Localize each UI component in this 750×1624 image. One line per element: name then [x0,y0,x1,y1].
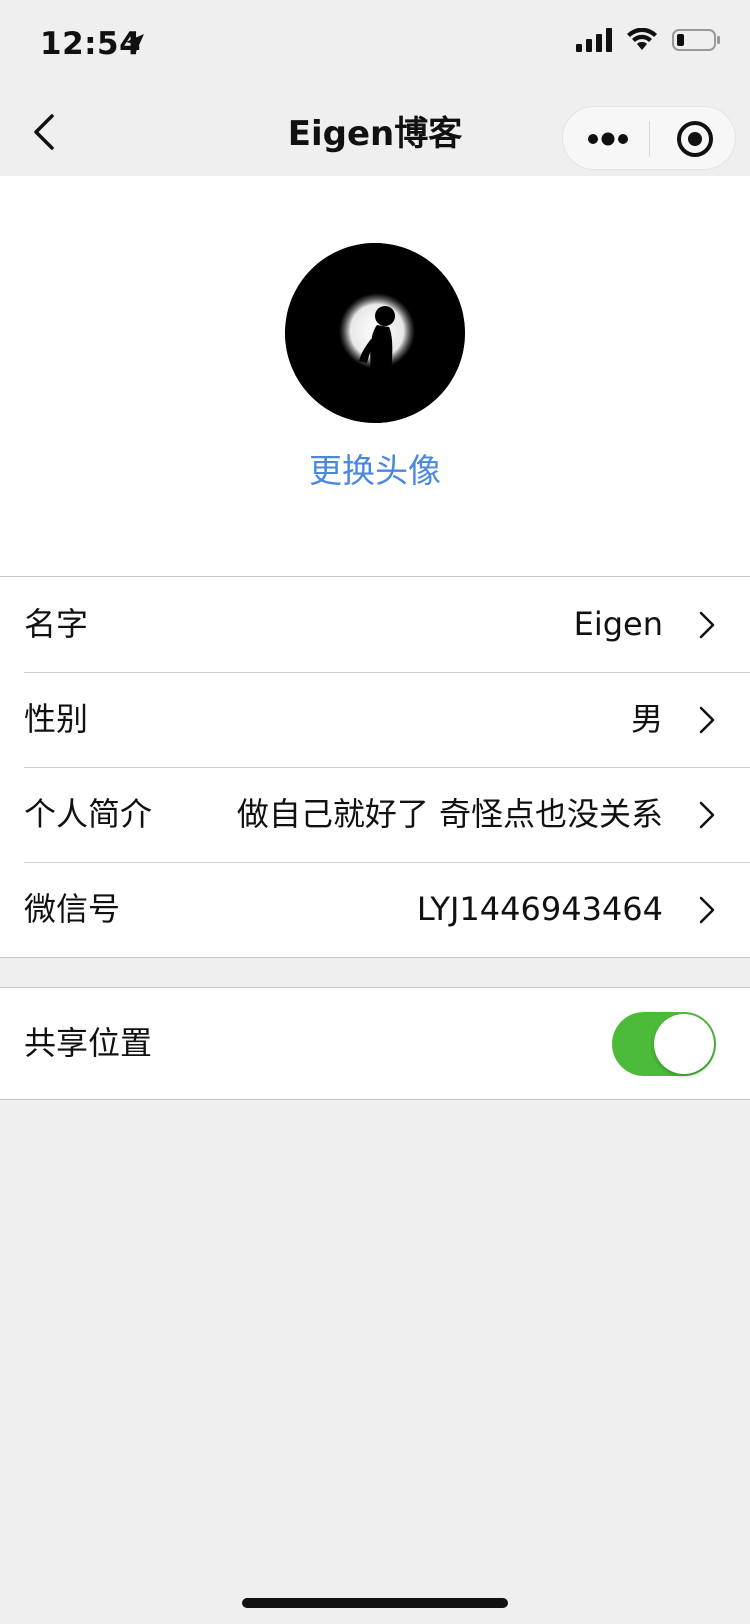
share-location-label: 共享位置 [24,1024,153,1062]
avatar[interactable] [285,243,465,423]
wifi-icon [627,28,657,50]
home-indicator [242,1598,508,1608]
info-list: 名字 Eigen 性别 男 个人简介 做自己就好了 奇怪点也没关系 微信号 LY… [0,576,750,958]
close-button[interactable] [675,119,715,159]
status-bar: 12:54 [0,0,750,88]
toggle-knob [654,1014,714,1074]
share-location-toggle[interactable] [612,1012,716,1076]
more-dots-icon [588,132,628,146]
signal-icon [576,28,612,52]
row-label: 个人简介 [24,795,153,833]
gender-row[interactable]: 性别 男 [0,672,750,767]
capsule-divider [649,121,650,157]
bio-row[interactable]: 个人简介 做自己就好了 奇怪点也没关系 [0,767,750,862]
row-value: 男 [630,700,663,738]
chevron-right-icon [699,801,715,829]
name-row[interactable]: 名字 Eigen [0,577,750,672]
row-label: 微信号 [24,890,121,928]
change-avatar-link[interactable]: 更换头像 [0,444,750,492]
share-location-row: 共享位置 [0,987,750,1100]
chevron-right-icon [699,611,715,639]
status-icons [576,28,722,52]
location-arrow-icon [126,34,144,52]
profile-card: 更换头像 [0,176,750,576]
battery-icon [672,29,720,51]
chevron-right-icon [699,706,715,734]
mini-program-capsule [562,106,736,170]
nav-bar: Eigen博客 [0,88,750,176]
close-target-icon [677,121,713,157]
avatar-image [285,243,465,423]
row-value: 做自己就好了 奇怪点也没关系 [236,795,663,833]
row-label: 性别 [24,700,89,738]
row-label: 名字 [24,605,89,643]
more-button[interactable] [585,121,633,157]
chevron-right-icon [699,896,715,924]
row-value: Eigen [573,605,663,643]
row-value: LYJ1446943464 [416,890,663,928]
wechat-id-row[interactable]: 微信号 LYJ1446943464 [0,862,750,957]
